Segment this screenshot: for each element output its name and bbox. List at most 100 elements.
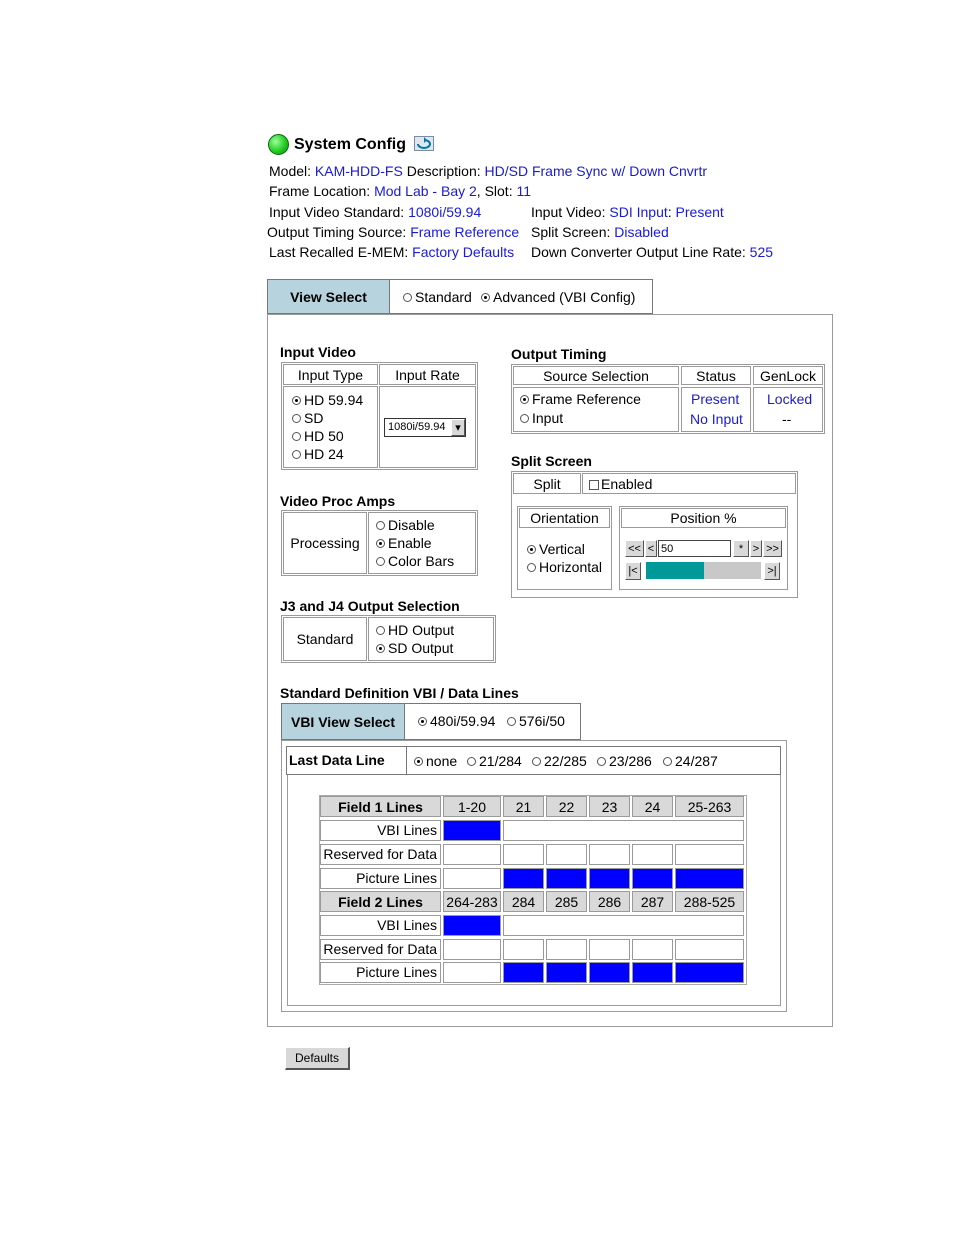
vbi-480-radio[interactable]: 480i/59.94 [418, 713, 495, 729]
radio-icon[interactable] [520, 414, 529, 423]
radio-icon[interactable] [414, 757, 423, 766]
source-input-radio[interactable]: Input [520, 410, 563, 426]
source-frame-ref-radio[interactable]: Frame Reference [520, 391, 641, 407]
slider-right-button[interactable]: >| [764, 562, 780, 580]
slot-value[interactable]: 11 [516, 183, 531, 199]
input-type-sd[interactable]: SD [292, 410, 323, 426]
source-selection-header: Source Selection [513, 366, 679, 385]
orientation-vertical-radio[interactable]: Vertical [527, 541, 585, 557]
j3j4-title: J3 and J4 Output Selection [280, 598, 460, 614]
last-line-22-radio[interactable]: 22/285 [532, 753, 587, 769]
radio-icon[interactable] [481, 293, 490, 302]
processing-label: Processing [283, 512, 367, 574]
status-header: Status [681, 366, 751, 385]
position-header: Position % [621, 508, 786, 528]
position-input[interactable]: 50 [658, 540, 731, 557]
last-line-21-radio[interactable]: 21/284 [467, 753, 522, 769]
radio-icon[interactable] [507, 717, 516, 726]
position-slider-fill [646, 562, 704, 579]
output-timing-line: Output Timing Source: Frame Reference [267, 224, 519, 240]
model-label: Model: [269, 163, 312, 179]
radio-icon[interactable] [292, 450, 301, 459]
split-screen-value[interactable]: Disabled [614, 224, 668, 240]
refresh-icon[interactable] [414, 136, 434, 151]
frame-location-line: Frame Location: Mod Lab - Bay 2, Slot: 1… [269, 183, 531, 199]
view-select-label: View Select [268, 280, 390, 313]
orientation-header: Orientation [519, 508, 610, 528]
j3j4-sd-output-radio[interactable]: SD Output [376, 640, 453, 656]
input-type-hd5994[interactable]: HD 59.94 [292, 392, 363, 408]
position-slider-track[interactable] [646, 562, 761, 579]
input-standard-line: Input Video Standard: 1080i/59.94 [269, 204, 481, 220]
status-input[interactable]: No Input [690, 411, 743, 427]
position-prev-button[interactable]: < [645, 540, 657, 557]
radio-icon[interactable] [520, 395, 529, 404]
split-screen-title: Split Screen [511, 453, 592, 469]
orientation-horizontal-radio[interactable]: Horizontal [527, 559, 602, 575]
input-standard-value[interactable]: 1080i/59.94 [408, 204, 481, 220]
radio-icon[interactable] [376, 539, 385, 548]
model-value[interactable]: KAM-HDD-FS [315, 163, 403, 179]
page-title: System Config [294, 136, 407, 153]
position-last-button[interactable]: >> [763, 540, 782, 557]
input-rate-select[interactable]: 1080i/59.94 ▾ [384, 418, 466, 437]
radio-icon[interactable] [663, 757, 672, 766]
processing-colorbars-radio[interactable]: Color Bars [376, 553, 454, 569]
radio-icon[interactable] [292, 396, 301, 405]
position-set-button[interactable]: * [733, 540, 749, 557]
radio-icon[interactable] [376, 557, 385, 566]
split-label: Split [513, 473, 581, 494]
radio-icon[interactable] [597, 757, 606, 766]
checkbox-icon[interactable] [589, 480, 599, 490]
input-video-sep: : [667, 204, 672, 220]
status-frame-ref[interactable]: Present [691, 391, 739, 407]
input-video-value[interactable]: SDI Input [609, 204, 667, 220]
processing-disable-radio[interactable]: Disable [376, 517, 435, 533]
last-line-23-radio[interactable]: 23/286 [597, 753, 652, 769]
input-video-label: Input Video: [531, 204, 606, 220]
processing-enable-radio[interactable]: Enable [376, 535, 432, 551]
radio-icon[interactable] [527, 563, 536, 572]
vbi-576-radio[interactable]: 576i/50 [507, 713, 565, 729]
chevron-down-icon[interactable]: ▾ [451, 419, 465, 436]
description-value[interactable]: HD/SD Frame Sync w/ Down Cnvrtr [485, 163, 707, 179]
radio-icon[interactable] [527, 545, 536, 554]
input-video-title: Input Video [280, 344, 356, 360]
vbi-view-select-label: VBI View Select [282, 704, 405, 739]
vbi-grid-border [319, 795, 747, 985]
radio-icon[interactable] [403, 293, 412, 302]
input-video-status[interactable]: Present [676, 204, 724, 220]
position-first-button[interactable]: << [625, 540, 644, 557]
last-line-24-radio[interactable]: 24/287 [663, 753, 718, 769]
last-line-none-radio[interactable]: none [414, 753, 457, 769]
radio-icon[interactable] [467, 757, 476, 766]
radio-icon[interactable] [292, 432, 301, 441]
radio-icon[interactable] [292, 414, 301, 423]
slider-left-button[interactable]: |< [625, 562, 641, 580]
radio-icon[interactable] [376, 521, 385, 530]
position-next-button[interactable]: > [750, 540, 762, 557]
j3j4-hd-output-radio[interactable]: HD Output [376, 622, 454, 638]
radio-icon[interactable] [532, 757, 541, 766]
frame-location-label: Frame Location: [269, 183, 371, 199]
defaults-button[interactable]: Defaults [285, 1047, 350, 1070]
input-video-line: Input Video: SDI Input: Present [531, 204, 724, 220]
radio-icon[interactable] [376, 626, 385, 635]
view-advanced-radio[interactable]: Advanced (VBI Config) [481, 289, 635, 305]
output-timing-value[interactable]: Frame Reference [410, 224, 519, 240]
input-type-hd50[interactable]: HD 50 [292, 428, 344, 444]
emem-line: Last Recalled E-MEM: Factory Defaults [269, 244, 514, 260]
input-rate-header: Input Rate [379, 364, 476, 385]
radio-icon[interactable] [376, 644, 385, 653]
frame-location-value[interactable]: Mod Lab - Bay 2 [374, 183, 477, 199]
input-type-header: Input Type [283, 364, 378, 385]
split-enabled-checkbox[interactable]: Enabled [589, 476, 652, 492]
divider [406, 747, 407, 774]
input-type-hd24[interactable]: HD 24 [292, 446, 344, 462]
emem-value[interactable]: Factory Defaults [412, 244, 514, 260]
down-converter-value[interactable]: 525 [750, 244, 773, 260]
view-standard-radio[interactable]: Standard [403, 289, 472, 305]
slot-label: , Slot: [476, 183, 513, 199]
radio-icon[interactable] [418, 717, 427, 726]
genlock-frame-ref[interactable]: Locked [767, 391, 812, 407]
